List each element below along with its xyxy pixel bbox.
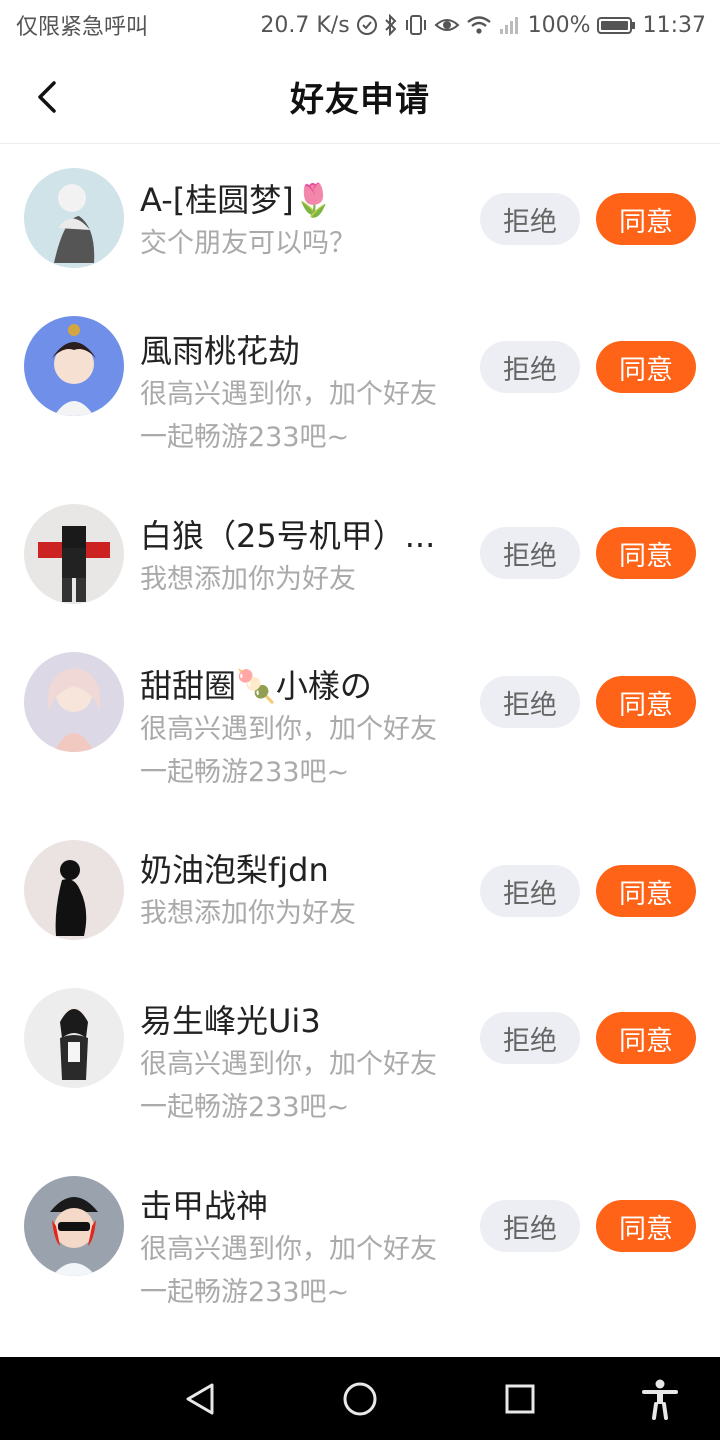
reject-button[interactable]: 拒绝 — [480, 193, 580, 245]
status-bar: 仅限紧急呼叫 20.7 K/s 100% 11:37 — [0, 0, 720, 50]
avatar[interactable] — [24, 316, 124, 416]
request-item: 風雨桃花劫 很高兴遇到你，加个好友一起畅游233吧~ 拒绝 同意 — [0, 295, 720, 480]
request-item: 白狼（25号机甲）... 我想添加你为好友 拒绝 同意 — [0, 480, 720, 630]
home-circle-icon — [343, 1382, 377, 1416]
nav-recents-button[interactable] — [498, 1377, 542, 1421]
vibrate-icon — [404, 12, 428, 38]
header: 好友申请 — [0, 50, 720, 144]
battery-percent: 100% — [527, 12, 591, 38]
reject-button[interactable]: 拒绝 — [480, 1200, 580, 1252]
accept-button[interactable]: 同意 — [596, 527, 696, 579]
request-message: 我想添加你为好友 — [140, 564, 356, 595]
request-info: 易生峰光Ui3 很高兴遇到你，加个好友一起畅游233吧~ — [140, 1000, 455, 1129]
accept-button[interactable]: 同意 — [596, 341, 696, 393]
avatar[interactable] — [24, 988, 124, 1088]
avatar[interactable] — [24, 504, 124, 604]
avatar[interactable] — [24, 652, 124, 752]
reject-button[interactable]: 拒绝 — [480, 341, 580, 393]
clock: 11:37 — [642, 12, 706, 38]
reject-button[interactable]: 拒绝 — [480, 676, 580, 728]
nickname: 白狼（25号机甲）... — [140, 517, 436, 555]
request-info: 甜甜圈🍡小樣の 很高兴遇到你，加个好友一起畅游233吧~ — [140, 665, 455, 794]
request-message: 很高兴遇到你，加个好友一起畅游233吧~ — [140, 714, 437, 788]
nav-home-button[interactable] — [338, 1377, 382, 1421]
request-message: 很高兴遇到你，加个好友一起畅游233吧~ — [140, 1049, 437, 1123]
reject-button[interactable]: 拒绝 — [480, 1012, 580, 1064]
nickname: 奶油泡梨fjdn — [140, 851, 329, 889]
status-icons: 20.7 K/s 100% 11:37 — [260, 12, 706, 38]
page-title: 好友申请 — [290, 80, 430, 120]
accessibility-button[interactable] — [638, 1377, 682, 1421]
accept-button[interactable]: 同意 — [596, 1200, 696, 1252]
request-message: 我想添加你为好友 — [140, 898, 356, 929]
accept-button[interactable]: 同意 — [596, 865, 696, 917]
bluetooth-icon — [384, 12, 398, 38]
signal-icon — [498, 12, 522, 38]
request-info: 風雨桃花劫 很高兴遇到你，加个好友一起畅游233吧~ — [140, 330, 455, 459]
data-saver-icon — [356, 12, 378, 38]
reject-button[interactable]: 拒绝 — [480, 527, 580, 579]
request-info: 白狼（25号机甲）... 我想添加你为好友 — [140, 515, 455, 601]
request-message: 很高兴遇到你，加个好友一起畅游233吧~ — [140, 379, 437, 453]
eye-comfort-icon — [434, 12, 460, 38]
nickname: 易生峰光Ui3 — [140, 1002, 321, 1040]
request-message: 交个朋友可以吗？ — [140, 228, 356, 259]
back-button[interactable] — [22, 72, 72, 122]
request-item: 奶油泡梨fjdn 我想添加你为好友 拒绝 同意 — [0, 815, 720, 965]
network-speed: 20.7 K/s — [260, 12, 350, 38]
request-info: A-[桂圆梦]🌷 交个朋友可以吗？ — [140, 179, 455, 265]
accept-button[interactable]: 同意 — [596, 193, 696, 245]
accessibility-icon — [642, 1379, 678, 1420]
battery-icon — [596, 12, 637, 38]
nickname: A-[桂圆梦]🌷 — [140, 181, 334, 219]
back-triangle-icon — [186, 1383, 214, 1415]
recents-square-icon — [505, 1384, 535, 1414]
request-item: 击甲战神 很高兴遇到你，加个好友一起畅游233吧~ 拒绝 同意 — [0, 1150, 720, 1335]
avatar[interactable] — [24, 168, 124, 268]
carrier-text: 仅限紧急呼叫 — [16, 15, 149, 40]
wifi-icon — [466, 12, 492, 38]
request-info: 奶油泡梨fjdn 我想添加你为好友 — [140, 849, 455, 935]
request-item: A-[桂圆梦]🌷 交个朋友可以吗？ 拒绝 同意 — [0, 145, 720, 295]
request-info: 击甲战神 很高兴遇到你，加个好友一起畅游233吧~ — [140, 1185, 455, 1314]
system-nav-bar — [0, 1357, 720, 1440]
request-message: 很高兴遇到你，加个好友一起畅游233吧~ — [140, 1234, 437, 1308]
accept-button[interactable]: 同意 — [596, 1012, 696, 1064]
nav-back-button[interactable] — [178, 1377, 222, 1421]
nickname: 击甲战神 — [140, 1187, 269, 1225]
request-item: 甜甜圈🍡小樣の 很高兴遇到你，加个好友一起畅游233吧~ 拒绝 同意 — [0, 630, 720, 815]
reject-button[interactable]: 拒绝 — [480, 865, 580, 917]
nickname: 風雨桃花劫 — [140, 332, 301, 370]
request-item: 易生峰光Ui3 很高兴遇到你，加个好友一起畅游233吧~ 拒绝 同意 — [0, 965, 720, 1150]
avatar[interactable] — [24, 840, 124, 940]
avatar[interactable] — [24, 1176, 124, 1276]
accept-button[interactable]: 同意 — [596, 676, 696, 728]
back-arrow-icon — [38, 81, 56, 113]
nickname: 甜甜圈🍡小樣の — [140, 667, 372, 705]
